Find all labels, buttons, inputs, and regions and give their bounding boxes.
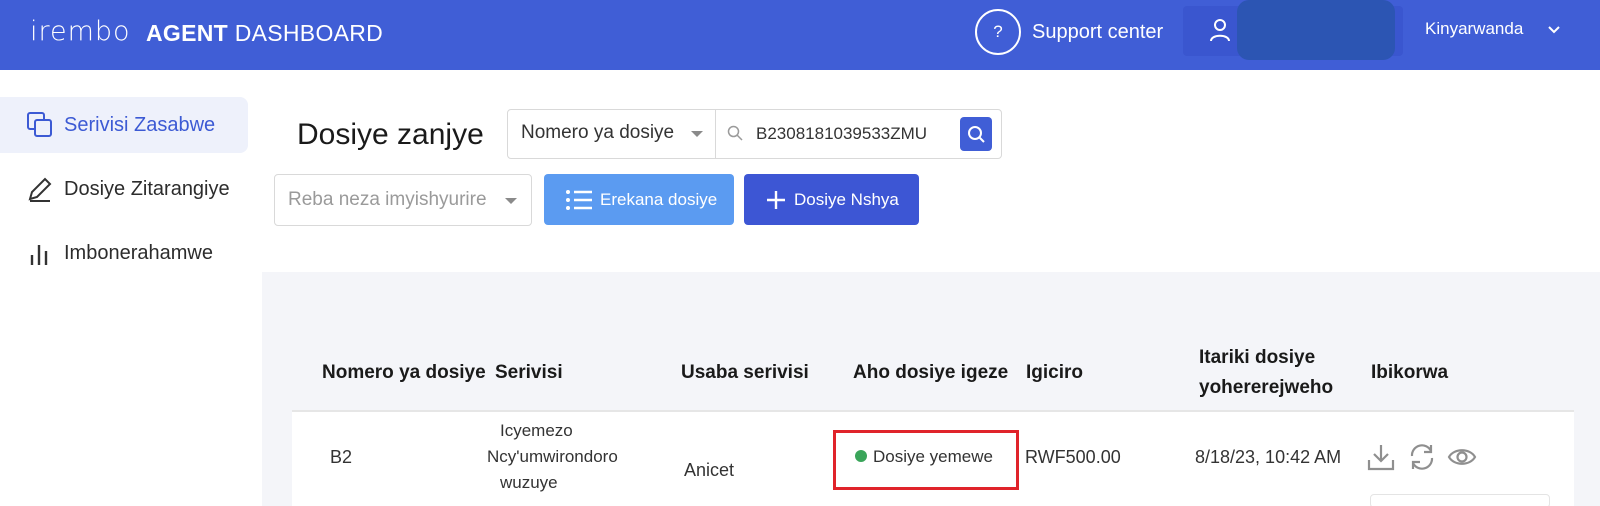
eye-icon[interactable] xyxy=(1447,442,1477,472)
column-header-actions: Ibikorwa xyxy=(1371,362,1449,383)
sidebar-item-label: Serivisi Zasabwe xyxy=(64,113,216,136)
show-applications-button[interactable]: Erekana dosiye xyxy=(544,174,734,225)
search-input[interactable] xyxy=(732,110,942,158)
price-value: RWF500.00 xyxy=(1025,447,1121,467)
search-type-select[interactable]: Nomero ya dosiye xyxy=(508,110,716,158)
column-header-date-line2: yohererejweho xyxy=(1199,377,1334,398)
app-title-regular: DASHBOARD xyxy=(234,20,384,46)
toolbar-panel xyxy=(262,70,1600,272)
column-header-number: Nomero ya dosiye xyxy=(322,362,486,383)
user-icon xyxy=(1210,19,1230,42)
sidebar: Serivisi Zasabwe Dosiye Zitarangiye Imbo… xyxy=(0,70,262,506)
new-application-label: Dosiye Nshya xyxy=(794,189,899,209)
redacted-username xyxy=(1237,0,1395,60)
sidebar-item-dosiye-zitarangiye[interactable]: Dosiye Zitarangiye xyxy=(0,161,248,217)
status-highlight-box xyxy=(833,430,1019,490)
download-icon[interactable] xyxy=(1366,442,1396,472)
language-selector[interactable]: Kinyarwanda xyxy=(1425,19,1523,39)
service-name-line3: wuzuye xyxy=(500,473,558,492)
app-title-bold: AGENT xyxy=(146,20,228,46)
search-button[interactable] xyxy=(960,117,992,151)
column-header-date-line1: Itariki dosiye xyxy=(1199,347,1316,368)
sidebar-item-label: Imbonerahamwe xyxy=(64,241,213,264)
column-header-status: Aho dosiye igeze xyxy=(853,362,1009,383)
submission-date: 8/18/23, 10:42 AM xyxy=(1195,447,1342,467)
plus-icon xyxy=(767,190,785,209)
sidebar-item-imbonerahamwe[interactable]: Imbonerahamwe xyxy=(0,225,248,281)
column-header-applicant: Usaba serivisi xyxy=(681,362,809,383)
pen-icon xyxy=(28,177,52,202)
bar-chart-icon xyxy=(30,245,48,265)
search-icon xyxy=(968,126,985,143)
chevron-down-icon[interactable] xyxy=(1546,22,1562,38)
service-name-line2: Ncy'umwirondoro xyxy=(487,447,618,466)
column-header-service: Serivisi xyxy=(495,362,563,383)
filter-placeholder: Reba neza imyishyurire xyxy=(288,189,487,210)
show-applications-label: Erekana dosiye xyxy=(600,189,718,209)
payment-filter-select[interactable]: Reba neza imyishyurire xyxy=(274,174,532,226)
support-center-link[interactable]: Support center xyxy=(1032,21,1163,44)
search-type-value: Nomero ya dosiye xyxy=(521,122,675,143)
service-name-line1: Icyemezo xyxy=(500,421,573,440)
refresh-icon[interactable] xyxy=(1407,442,1437,472)
column-header-price: Igiciro xyxy=(1026,362,1084,383)
page-title: Dosiye zanjye xyxy=(297,118,484,151)
applicant-name: Anicet xyxy=(684,460,735,480)
caret-down-icon xyxy=(505,198,517,204)
search-group: Nomero ya dosiye xyxy=(507,109,1002,159)
user-menu[interactable] xyxy=(1183,0,1403,60)
help-icon[interactable]: ? xyxy=(975,9,1021,55)
top-bar: irembo AGENT DASHBOARD ? Support center … xyxy=(0,0,1600,70)
actions-popover xyxy=(1370,494,1550,506)
list-icon xyxy=(566,189,592,210)
irembo-logo[interactable]: irembo xyxy=(30,16,131,47)
app-title: AGENT DASHBOARD xyxy=(146,20,383,47)
sidebar-item-label: Dosiye Zitarangiye xyxy=(64,177,230,200)
copy-icon xyxy=(27,112,52,137)
new-application-button[interactable]: Dosiye Nshya xyxy=(744,174,919,225)
application-number: B2 xyxy=(330,447,353,467)
caret-down-icon xyxy=(691,131,703,137)
sidebar-item-serivisi-zasabwe[interactable]: Serivisi Zasabwe xyxy=(0,97,248,153)
